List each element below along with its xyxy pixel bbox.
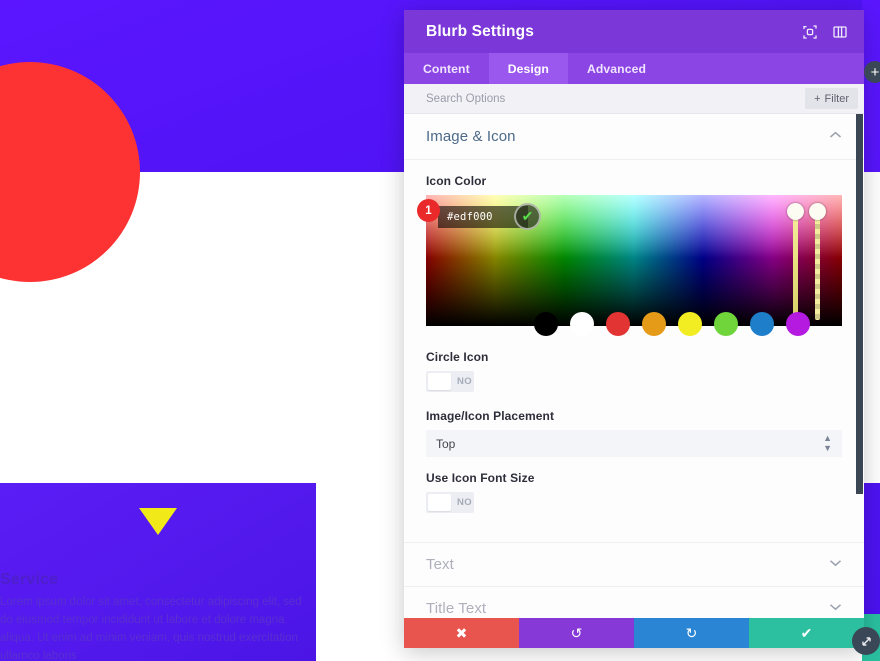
toggle-value: NO — [456, 497, 472, 508]
modal-scrollbar[interactable] — [856, 114, 863, 618]
blurb-module-preview[interactable]: Service Lorem ipsum dolor sit amet, cons… — [0, 483, 316, 661]
focus-target-icon[interactable] — [801, 23, 818, 40]
swatch-red[interactable] — [606, 312, 630, 336]
field-circle-icon: Circle Icon NO — [404, 350, 864, 395]
modal-header: Blurb Settings — [404, 10, 864, 53]
field-label-circle-icon: Circle Icon — [426, 350, 489, 364]
alpha-slider[interactable] — [809, 203, 826, 320]
tab-design[interactable]: Design — [488, 53, 568, 84]
chevron-updown-icon: ▲ ▼ — [823, 433, 832, 453]
chevron-up-icon — [829, 130, 842, 142]
hue-slider[interactable] — [787, 203, 804, 320]
section-title: Text — [426, 556, 454, 573]
select-value: Top — [436, 436, 456, 451]
undo-button[interactable]: ↺ — [519, 618, 634, 648]
section-title: Title Text — [426, 600, 487, 617]
section-header-image-icon[interactable]: Image & Icon — [404, 114, 864, 160]
step-badge: 1 — [417, 199, 440, 222]
modal-tabbar: Content Design Advanced — [404, 53, 864, 84]
filter-button-label: Filter — [824, 92, 849, 105]
toggle-value: NO — [456, 376, 472, 387]
chevron-down-icon — [829, 602, 842, 614]
save-button[interactable]: ✔ — [749, 618, 864, 648]
blurb-title: Service — [0, 571, 59, 588]
add-module-button[interactable]: + — [864, 61, 880, 83]
alpha-slider-handle[interactable] — [809, 203, 826, 220]
color-swatch-row — [534, 312, 810, 336]
tab-content[interactable]: Content — [404, 53, 489, 84]
modal-body: Image & Icon Icon Color 1 #edf000 ✔ Circ… — [404, 114, 864, 618]
hue-slider-track — [793, 209, 798, 320]
chevron-down-icon — [829, 558, 842, 570]
undo-icon: ↺ — [570, 624, 583, 641]
image-icon-placement-select[interactable]: Top ▲ ▼ — [426, 430, 842, 457]
swatch-white[interactable] — [570, 312, 594, 336]
blurb-body-text: Lorem ipsum dolor sit amet, consectetur … — [0, 596, 302, 661]
redo-button[interactable]: ↻ — [634, 618, 749, 648]
swatch-green[interactable] — [714, 312, 738, 336]
layout-columns-icon[interactable] — [831, 23, 848, 40]
modal-footer: ✖ ↺ ↻ ✔ — [404, 618, 864, 648]
canvas-right-strip-white — [862, 172, 880, 483]
check-icon: ✔ — [800, 624, 813, 641]
swatch-purple[interactable] — [786, 312, 810, 336]
swatch-blue[interactable] — [750, 312, 774, 336]
plus-icon: + — [814, 92, 821, 105]
field-image-icon-placement: Image/Icon Placement Top ▲ ▼ — [404, 409, 864, 457]
modal-header-actions — [801, 23, 848, 40]
field-use-icon-font-size: Use Icon Font Size NO — [404, 471, 864, 516]
plus-icon: + — [870, 63, 880, 81]
search-row: + Filter — [404, 84, 864, 114]
use-icon-font-size-toggle[interactable]: NO — [426, 492, 474, 513]
tab-advanced[interactable]: Advanced — [568, 53, 665, 84]
field-label-use-icon-font-size: Use Icon Font Size — [426, 471, 535, 485]
circle-icon-toggle[interactable]: NO — [426, 371, 474, 392]
toggle-knob — [428, 373, 451, 390]
triangle-down-icon — [139, 508, 177, 535]
section-header-title-text[interactable]: Title Text — [404, 587, 864, 618]
search-input[interactable] — [426, 92, 806, 105]
hue-slider-handle[interactable] — [787, 203, 804, 220]
modal-title: Blurb Settings — [426, 22, 535, 40]
section-title: Image & Icon — [426, 128, 516, 145]
alpha-slider-track — [815, 209, 820, 320]
swatch-black[interactable] — [534, 312, 558, 336]
color-picker[interactable]: 1 #edf000 ✔ — [417, 195, 842, 336]
swatch-yellow[interactable] — [678, 312, 702, 336]
check-icon[interactable]: ✔ — [514, 203, 541, 230]
section-header-text[interactable]: Text — [404, 543, 864, 587]
field-icon-color: Icon Color 1 #edf000 ✔ — [404, 174, 864, 336]
filter-button[interactable]: + Filter — [805, 88, 858, 109]
redo-icon: ↻ — [685, 624, 698, 641]
swatch-orange[interactable] — [642, 312, 666, 336]
close-icon: ✖ — [455, 624, 468, 641]
cancel-button[interactable]: ✖ — [404, 618, 519, 648]
hex-value: #edf000 — [447, 211, 493, 223]
resize-diagonal-icon[interactable] — [852, 627, 880, 655]
blurb-settings-modal: Blurb Settings Content Design Advanced S… — [404, 10, 864, 648]
scrollbar-thumb[interactable] — [856, 114, 863, 494]
toggle-knob — [428, 494, 451, 511]
field-label-image-icon-placement: Image/Icon Placement — [426, 409, 555, 423]
field-label-icon-color: Icon Color — [426, 174, 487, 188]
